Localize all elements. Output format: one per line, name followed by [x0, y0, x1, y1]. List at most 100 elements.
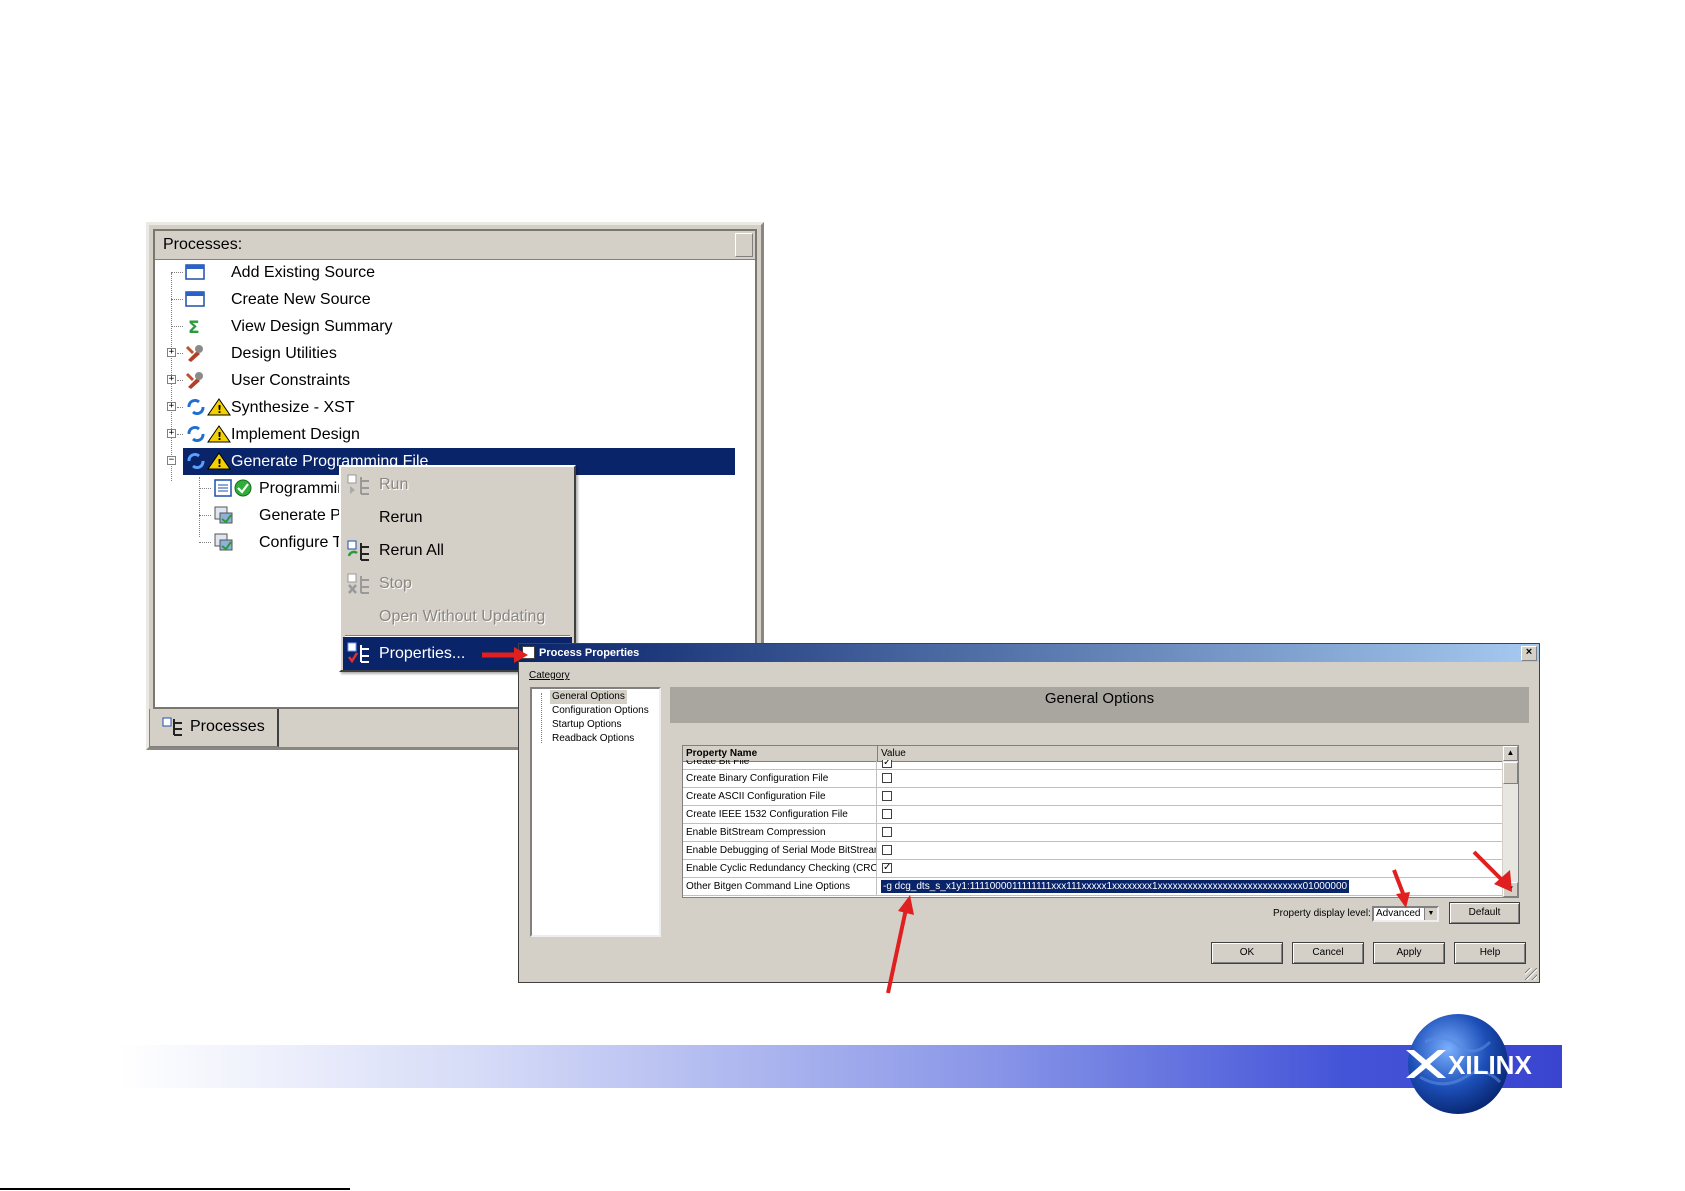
- expand-plus-icon[interactable]: +: [167, 348, 176, 357]
- property-name: Create ASCII Configuration File: [683, 788, 877, 805]
- tree-connector: [171, 326, 183, 327]
- property-name: Create Bit File: [683, 760, 877, 769]
- dialog-title: Process Properties: [539, 647, 640, 659]
- bitgen-options-input[interactable]: -g dcg_dts_s_x1y1:1111000011111111xxx111…: [881, 880, 1350, 893]
- menu-item-label: Stop: [379, 575, 412, 592]
- report-ok-icon: [214, 479, 252, 497]
- process-properties-dialog: Process Properties × Category General Op…: [518, 643, 1540, 983]
- property-value: ✓: [879, 760, 1505, 769]
- dialog-titlebar[interactable]: Process Properties ×: [519, 644, 1539, 662]
- property-value: [879, 824, 1505, 841]
- menu-item-label: Rerun All: [379, 542, 444, 559]
- display-level-label: Property display level:: [1273, 908, 1371, 919]
- tree-item-synthesize-xst[interactable]: + ! Synthesize - XST: [155, 394, 735, 421]
- menu-item-label: Rerun: [379, 509, 423, 526]
- expand-plus-icon[interactable]: +: [167, 375, 176, 384]
- menu-item-run[interactable]: Run: [343, 469, 572, 500]
- section-title: General Options: [670, 687, 1529, 723]
- category-general-options[interactable]: General Options: [550, 690, 627, 704]
- menu-item-rerun[interactable]: Rerun: [343, 502, 572, 533]
- table-row[interactable]: Create Binary Configuration File: [683, 770, 1505, 788]
- property-name: Enable Debugging of Serial Mode BitStrea…: [683, 842, 877, 859]
- processes-header: Processes:: [155, 231, 755, 260]
- refresh-warning-icon: !: [187, 398, 231, 416]
- tree-item-view-design-summary[interactable]: Σ View Design Summary: [155, 313, 735, 340]
- tree-item-create-new-source[interactable]: Create New Source: [155, 286, 735, 313]
- display-level-select[interactable]: Advanced ▼: [1372, 906, 1439, 922]
- tree-item-label: View Design Summary: [231, 318, 393, 335]
- svg-text:!: !: [217, 403, 222, 416]
- chevron-down-icon[interactable]: ▼: [1424, 908, 1437, 920]
- table-row[interactable]: Enable Cyclic Redundancy Checking (CRC) …: [683, 860, 1505, 878]
- expand-plus-icon[interactable]: +: [167, 402, 176, 411]
- category-label: Category: [529, 670, 570, 681]
- table-row[interactable]: Create Bit File ✓: [683, 760, 1505, 770]
- run-icon: [347, 474, 369, 495]
- category-readback-options[interactable]: Readback Options: [550, 732, 636, 746]
- tools-icon: [185, 345, 203, 362]
- scroll-thumb[interactable]: [1503, 762, 1518, 784]
- help-button[interactable]: Help: [1454, 942, 1526, 964]
- menu-item-stop[interactable]: Stop: [343, 568, 572, 599]
- tab-processes[interactable]: Processes: [149, 709, 279, 747]
- tree-connector: [177, 353, 183, 354]
- cancel-button[interactable]: Cancel: [1292, 942, 1364, 964]
- processes-header-label: Processes:: [163, 236, 243, 253]
- property-value: [879, 770, 1505, 787]
- tree-connector: [177, 434, 183, 435]
- checkbox-bitstream-compression[interactable]: [882, 827, 892, 837]
- checkbox-ieee1532-config[interactable]: [882, 809, 892, 819]
- table-row[interactable]: Create IEEE 1532 Configuration File: [683, 806, 1505, 824]
- table-row[interactable]: Enable BitStream Compression: [683, 824, 1505, 842]
- expand-plus-icon[interactable]: +: [167, 429, 176, 438]
- tree-connector: [171, 272, 183, 273]
- category-configuration-options[interactable]: Configuration Options: [550, 704, 651, 718]
- menu-item-label: Open Without Updating: [379, 608, 546, 625]
- checkbox-binary-config[interactable]: [882, 773, 892, 783]
- globe-icon: XILINX: [1406, 1014, 1532, 1114]
- svg-text:Σ: Σ: [188, 318, 200, 335]
- properties-icon: [347, 642, 369, 664]
- apply-button[interactable]: Apply: [1373, 942, 1445, 964]
- ok-button[interactable]: OK: [1211, 942, 1283, 964]
- tree-connector: [199, 515, 211, 516]
- table-row[interactable]: Enable Debugging of Serial Mode BitStrea…: [683, 842, 1505, 860]
- rerun-all-icon: [347, 540, 369, 561]
- tree-item-design-utilities[interactable]: + Design Utilities: [155, 340, 735, 367]
- property-value: [879, 842, 1505, 859]
- close-icon[interactable]: ×: [1521, 646, 1537, 661]
- annotation-arrow-display-level: [1392, 869, 1410, 908]
- logo-text: XILINX: [1448, 1050, 1532, 1080]
- display-level-value: Advanced: [1376, 908, 1421, 919]
- scroll-up-icon[interactable]: ▲: [1503, 746, 1518, 761]
- default-button[interactable]: Default: [1449, 902, 1520, 924]
- menu-item-label: Properties...: [379, 645, 466, 662]
- checkbox-debug-serial-mode[interactable]: [882, 845, 892, 855]
- source-window-icon: [185, 264, 205, 280]
- xilinx-logo: XILINX: [1400, 1012, 1535, 1117]
- processes-tab-icon: [162, 717, 182, 736]
- chip-icon: [214, 533, 233, 551]
- tree-item-user-constraints[interactable]: + User Constraints: [155, 367, 735, 394]
- header-scroll-button[interactable]: [735, 233, 753, 257]
- section-title-label: General Options: [1044, 690, 1155, 707]
- checkbox-ascii-config[interactable]: [882, 791, 892, 801]
- tree-connector: [199, 488, 211, 489]
- property-name: Create Binary Configuration File: [683, 770, 877, 787]
- menu-item-open-without-updating[interactable]: Open Without Updating: [343, 601, 572, 632]
- category-startup-options[interactable]: Startup Options: [550, 718, 623, 732]
- resize-grip-icon[interactable]: [1525, 968, 1537, 980]
- chip-icon: [214, 506, 233, 524]
- annotation-arrow-bitgen-options: [886, 895, 914, 994]
- checkbox-create-bit-file[interactable]: ✓: [882, 760, 892, 768]
- tree-item-implement-design[interactable]: + ! Implement Design: [155, 421, 735, 448]
- collapse-minus-icon[interactable]: −: [167, 456, 176, 465]
- menu-item-rerun-all[interactable]: Rerun All: [343, 535, 572, 566]
- footer-gradient-band: [120, 1045, 1562, 1088]
- table-row[interactable]: Create ASCII Configuration File: [683, 788, 1505, 806]
- menu-item-label: Run: [379, 476, 409, 493]
- table-row[interactable]: Other Bitgen Command Line Options -g dcg…: [683, 878, 1505, 896]
- tree-item-add-existing-source[interactable]: Add Existing Source: [155, 259, 735, 286]
- tree-connector: [177, 407, 183, 408]
- checkbox-crc[interactable]: ✓: [882, 863, 892, 873]
